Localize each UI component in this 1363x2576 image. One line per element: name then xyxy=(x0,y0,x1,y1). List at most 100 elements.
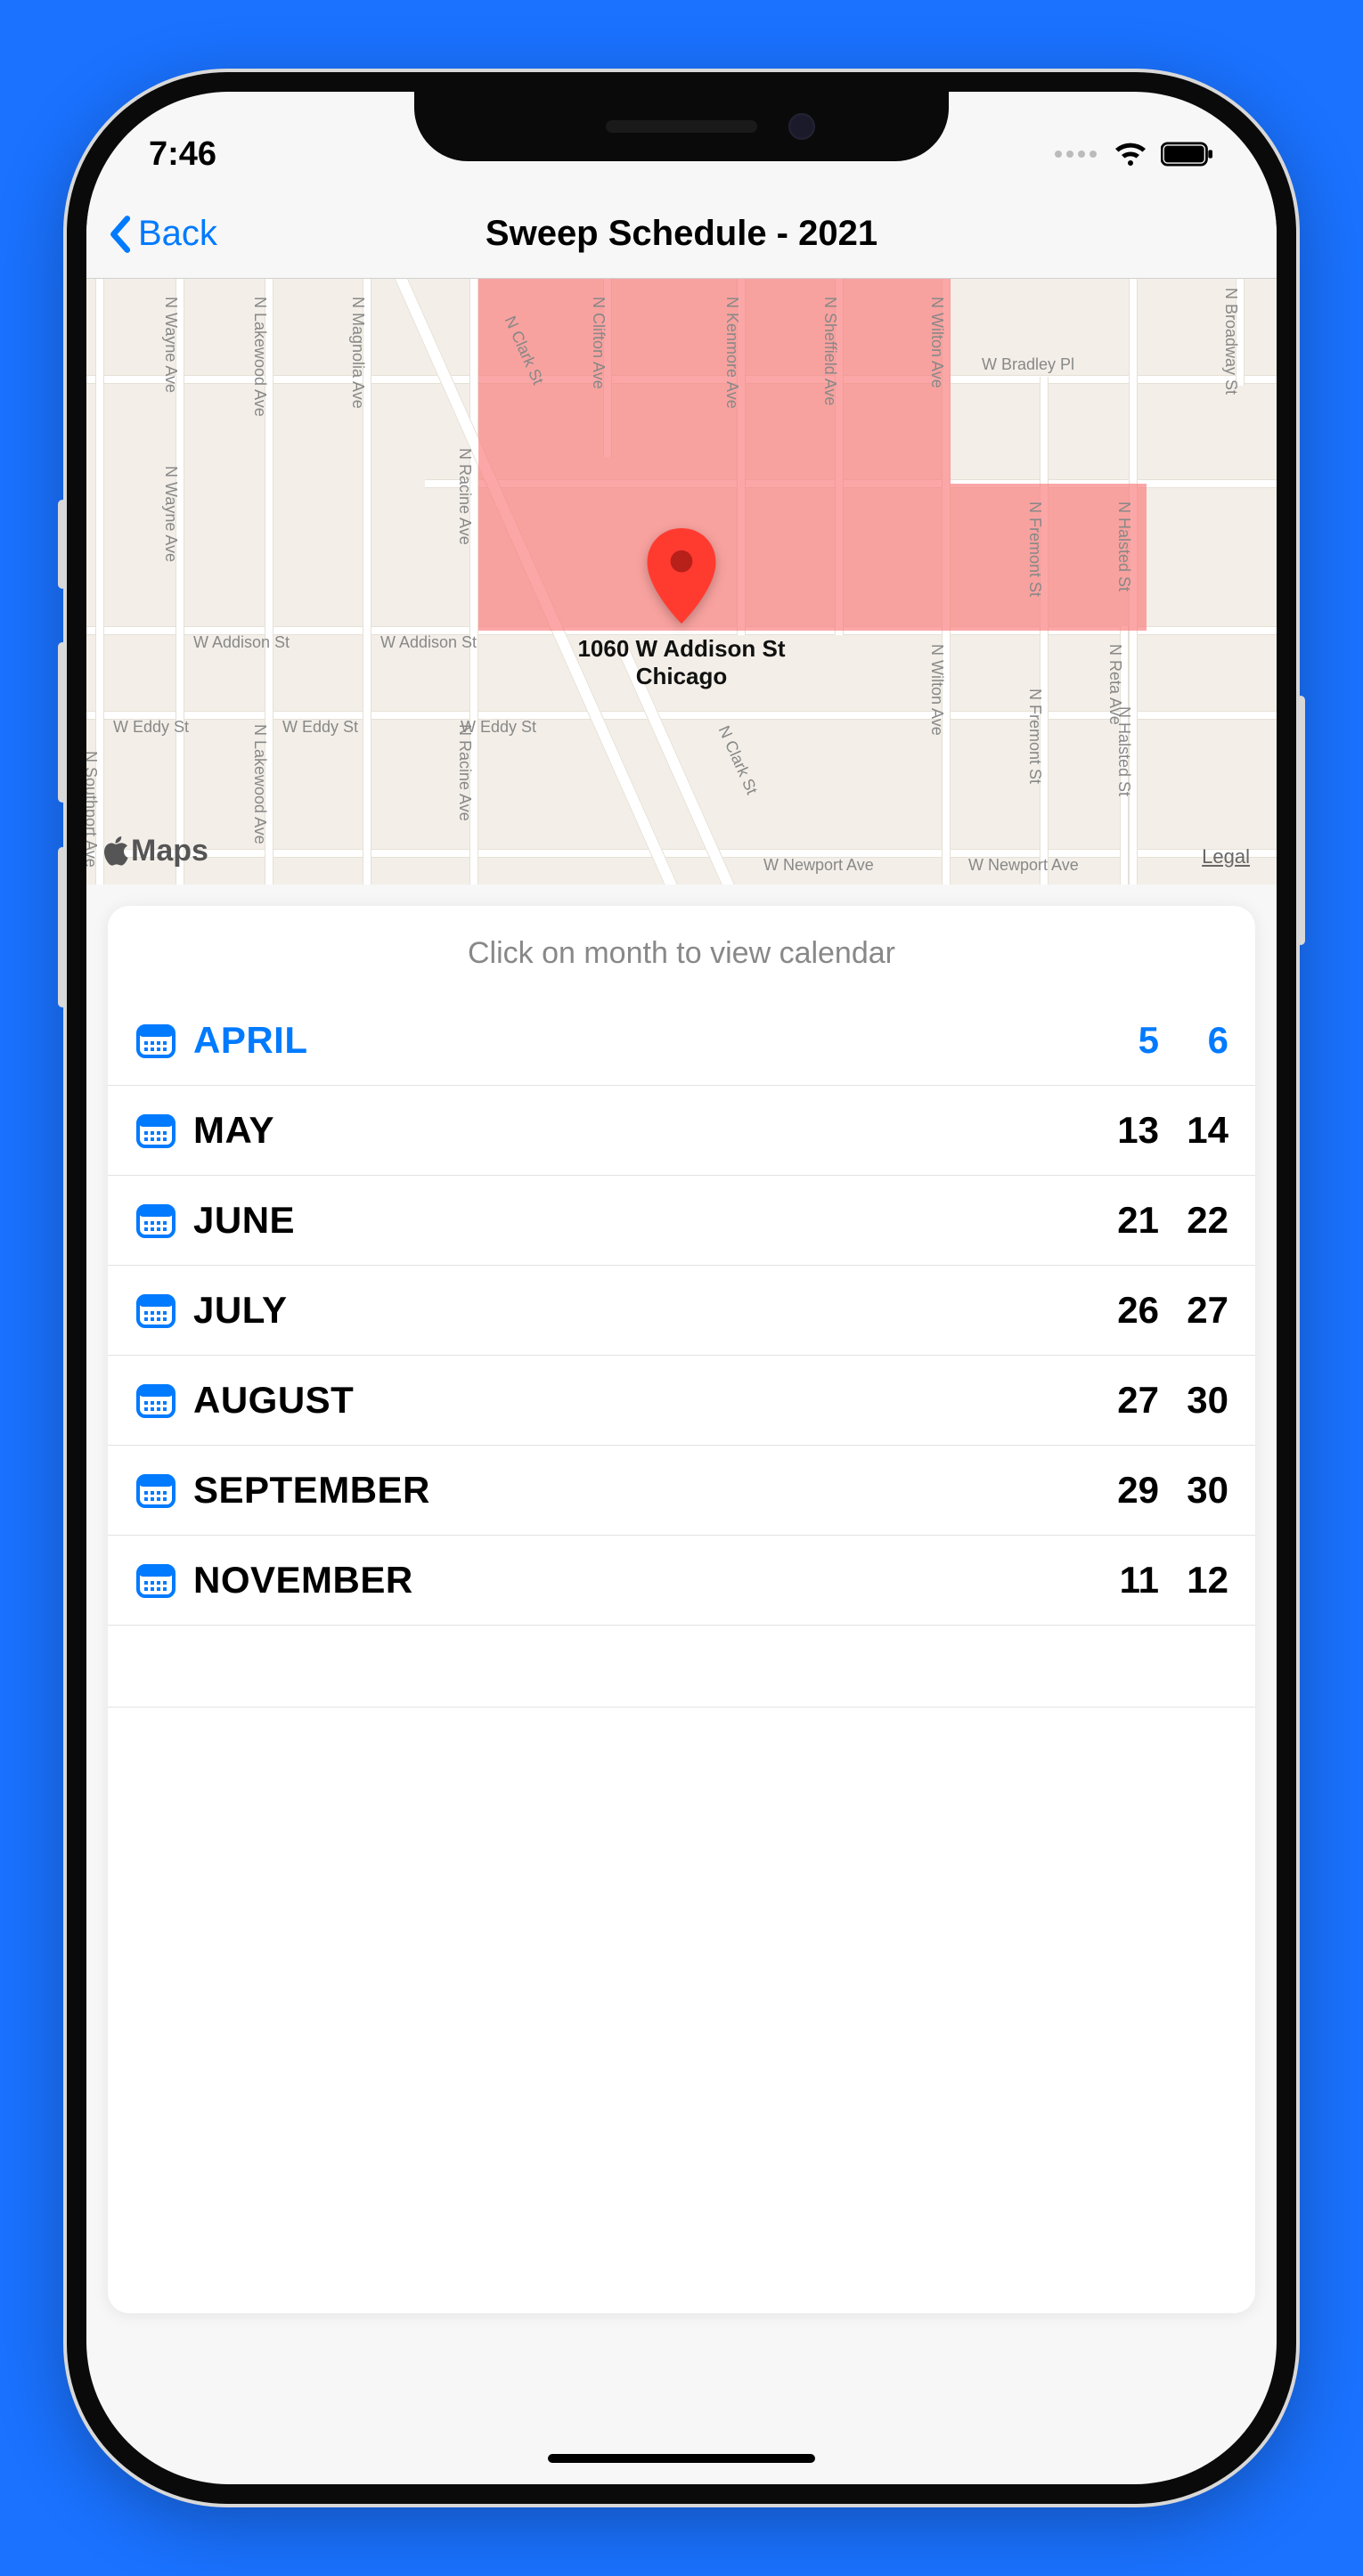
apple-logo-icon xyxy=(102,836,129,867)
nav-bar: Back Sweep Schedule - 2021 xyxy=(86,190,1277,279)
month-name: MAY xyxy=(193,1109,1104,1152)
month-name: SEPTEMBER xyxy=(193,1469,1104,1512)
street-label: N Wilton Ave xyxy=(927,644,946,736)
date-1: 11 xyxy=(1114,1559,1159,1602)
calendar-icon xyxy=(135,1289,177,1332)
month-row-september[interactable]: SEPTEMBER29 30 xyxy=(108,1446,1255,1536)
street-label: N Kenmore Ave xyxy=(722,297,741,409)
month-name: JULY xyxy=(193,1289,1104,1332)
power-button xyxy=(1296,696,1305,945)
street-label: N Lakewood Ave xyxy=(250,724,269,844)
pin-address: 1060 W Addison St Chicago xyxy=(577,635,785,690)
page-title: Sweep Schedule - 2021 xyxy=(486,214,877,254)
month-dates: 56 xyxy=(1104,1019,1228,1062)
calendar-icon xyxy=(135,1019,177,1062)
street-label: N Fremont St xyxy=(1025,501,1044,597)
month-dates: 27 30 xyxy=(1104,1379,1228,1422)
month-dates: 11 12 xyxy=(1104,1559,1228,1602)
date-1: 21 xyxy=(1114,1199,1159,1242)
month-name: APRIL xyxy=(193,1019,1104,1062)
notch xyxy=(414,92,949,161)
calendar-icon xyxy=(135,1559,177,1602)
date-2: 22 xyxy=(1184,1199,1228,1242)
phone-frame: 7:46 Back Sweep Schedule xyxy=(67,72,1296,2504)
street-label: N Clark St xyxy=(714,723,762,797)
street-label: N Sheffield Ave xyxy=(820,297,839,405)
street-label: W Addison St xyxy=(193,633,290,652)
month-row-august[interactable]: AUGUST27 30 xyxy=(108,1356,1255,1446)
street-label: N Magnolia Ave xyxy=(348,297,367,409)
date-1: 13 xyxy=(1114,1109,1159,1152)
date-1: 29 xyxy=(1114,1469,1159,1512)
map-pin-icon xyxy=(641,528,722,631)
street-label: W Newport Ave xyxy=(968,856,1079,875)
street-label: N Reta Ave xyxy=(1106,644,1124,725)
street-label: W Eddy St xyxy=(282,718,358,737)
speaker-grille xyxy=(606,120,757,133)
status-time: 7:46 xyxy=(149,135,216,174)
date-2: 27 xyxy=(1184,1289,1228,1332)
maps-attribution: Maps xyxy=(102,834,208,868)
card-hint: Click on month to view calendar xyxy=(108,906,1255,996)
volume-up-button xyxy=(58,642,67,803)
schedule-card: Click on month to view calendar APRIL56M… xyxy=(108,906,1255,2313)
street-label: N Racine Ave xyxy=(455,448,474,545)
back-label: Back xyxy=(138,214,217,254)
month-row-june[interactable]: JUNE21 22 xyxy=(108,1176,1255,1266)
wifi-icon xyxy=(1113,141,1148,167)
mute-switch xyxy=(58,500,67,589)
date-1: 5 xyxy=(1114,1019,1159,1062)
chevron-left-icon xyxy=(104,215,135,254)
street-label: N Racine Ave xyxy=(455,724,474,821)
front-camera xyxy=(788,113,815,140)
street-label: N Halsted St xyxy=(1114,501,1133,591)
calendar-icon xyxy=(135,1199,177,1242)
month-name: NOVEMBER xyxy=(193,1559,1104,1602)
month-name: JUNE xyxy=(193,1199,1104,1242)
empty-row xyxy=(108,1626,1255,1708)
empty-row xyxy=(108,1708,1255,1789)
month-row-november[interactable]: NOVEMBER11 12 xyxy=(108,1536,1255,1626)
month-dates: 29 30 xyxy=(1104,1469,1228,1512)
volume-down-button xyxy=(58,847,67,1007)
signal-dots-icon xyxy=(1055,151,1097,158)
date-1: 27 xyxy=(1114,1379,1159,1422)
screen: 7:46 Back Sweep Schedule xyxy=(86,92,1277,2484)
month-row-april[interactable]: APRIL56 xyxy=(108,996,1255,1086)
calendar-icon xyxy=(135,1109,177,1152)
battery-icon xyxy=(1161,142,1214,167)
home-indicator[interactable] xyxy=(548,2454,815,2463)
date-2: 30 xyxy=(1184,1469,1228,1512)
street-label: N Lakewood Ave xyxy=(250,297,269,417)
street-label: N Southport Ave xyxy=(86,751,100,868)
calendar-icon xyxy=(135,1469,177,1512)
month-row-july[interactable]: JULY26 27 xyxy=(108,1266,1255,1356)
street-label: N Wayne Ave xyxy=(161,297,180,393)
date-2: 12 xyxy=(1184,1559,1228,1602)
street-label: N Wayne Ave xyxy=(161,466,180,562)
month-dates: 21 22 xyxy=(1104,1199,1228,1242)
date-2: 30 xyxy=(1184,1379,1228,1422)
street-label: N Wilton Ave xyxy=(927,297,946,388)
map-view[interactable]: W Bradley Pl W Addison St W Addison St W… xyxy=(86,279,1277,884)
maps-attribution-label: Maps xyxy=(131,834,208,868)
month-dates: 26 27 xyxy=(1104,1289,1228,1332)
street-label: W Newport Ave xyxy=(763,856,874,875)
date-1: 26 xyxy=(1114,1289,1159,1332)
month-list: APRIL56MAY1314JUNE2122JULY2627AUGUST2730… xyxy=(108,996,1255,1789)
month-row-may[interactable]: MAY13 14 xyxy=(108,1086,1255,1176)
status-right xyxy=(1055,141,1214,167)
street-label: W Addison St xyxy=(380,633,477,652)
date-2: 14 xyxy=(1184,1109,1228,1152)
legal-link[interactable]: Legal xyxy=(1202,845,1250,868)
month-name: AUGUST xyxy=(193,1379,1104,1422)
street-label: W Eddy St xyxy=(113,718,189,737)
back-button[interactable]: Back xyxy=(104,214,217,254)
street-label: W Bradley Pl xyxy=(982,355,1074,374)
street-label: N Broadway St xyxy=(1221,288,1240,395)
street-label: N Clifton Ave xyxy=(589,297,608,389)
month-dates: 13 14 xyxy=(1104,1109,1228,1152)
road xyxy=(1040,377,1049,884)
calendar-icon xyxy=(135,1379,177,1422)
pin-address-line2: Chicago xyxy=(577,663,785,690)
